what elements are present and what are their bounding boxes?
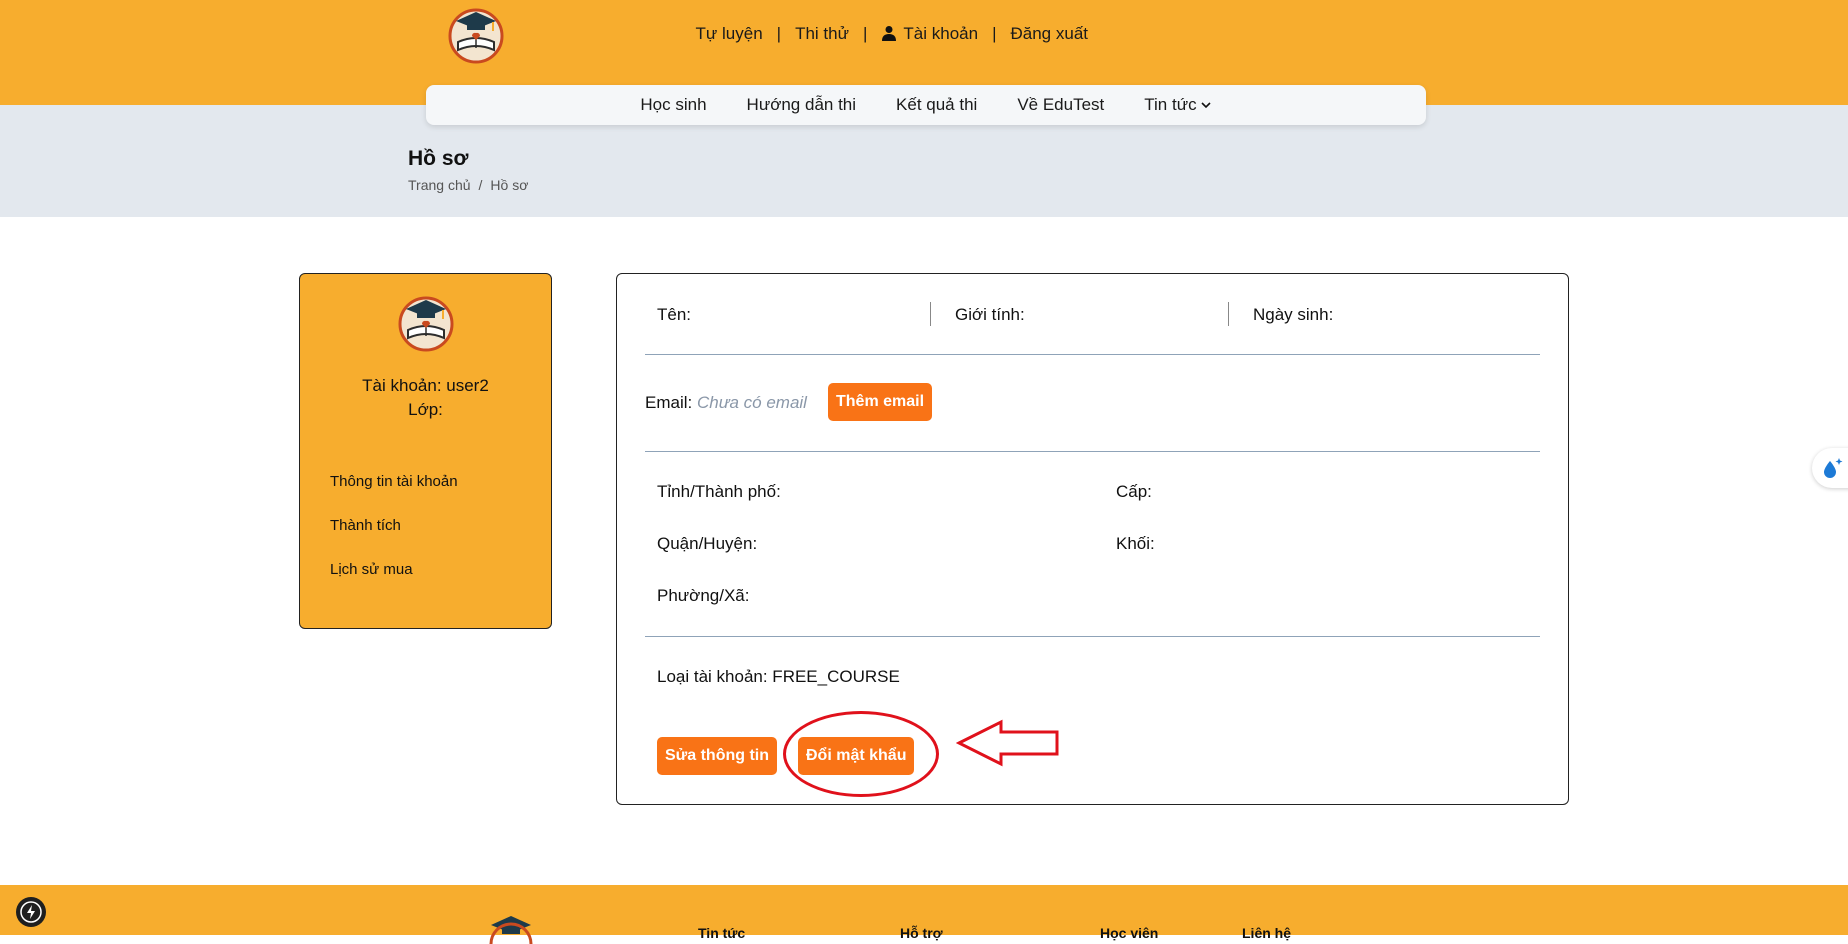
breadcrumb: Trang chủ / Hồ sơ (408, 177, 528, 193)
floating-helper-widget[interactable] (1812, 448, 1848, 488)
footer-col-support[interactable]: Hỗ trợ (900, 925, 943, 941)
grade-label: Khối: (1116, 534, 1155, 553)
edit-info-button[interactable]: Sửa thông tin (657, 737, 778, 775)
add-email-button[interactable]: Thêm email (828, 383, 933, 421)
section-divider (645, 354, 1540, 355)
sidebar-item-purchase-history[interactable]: Lịch sử mua (330, 561, 413, 578)
section-divider (645, 636, 1540, 637)
account-link[interactable]: Tài khoản (881, 24, 978, 44)
left-arrow-icon (956, 719, 1059, 767)
nav-exam-guide[interactable]: Hướng dẫn thi (747, 95, 856, 115)
profile-details-card: Tên: Giới tính: Ngày sinh: Email: Chưa c… (616, 273, 1569, 805)
breadcrumb-current: Hồ sơ (490, 177, 529, 193)
breadcrumb-home[interactable]: Trang chủ (408, 177, 471, 193)
mock-exam-link[interactable]: Thi thử (795, 24, 849, 44)
nav-news[interactable]: Tin tức (1144, 95, 1211, 115)
account-type: Loại tài khoản: FREE_COURSE (657, 667, 900, 686)
chevron-down-icon (1201, 102, 1211, 109)
email-placeholder: Chưa có email (696, 393, 807, 412)
nav-news-label: Tin tức (1144, 95, 1197, 114)
main-nav: Học sinh Hướng dẫn thi Kết quả thi Về Ed… (426, 85, 1426, 125)
page-title: Hồ sơ (408, 147, 469, 170)
name-label: Tên: (657, 305, 692, 324)
profile-sidebar: Tài khoản: user2 Lớp: Thông tin tài khoả… (299, 273, 552, 629)
ward-label: Phường/Xã: (657, 586, 750, 605)
dob-label: Ngày sinh: (1253, 305, 1334, 324)
footer-col-students[interactable]: Học viên (1100, 925, 1158, 941)
province-label: Tỉnh/Thành phố: (657, 482, 781, 501)
nav-students[interactable]: Học sinh (640, 95, 706, 115)
separator: | (776, 24, 782, 43)
dev-tools-button[interactable] (16, 897, 46, 927)
district-label: Quận/Huyện: (657, 534, 758, 553)
top-links: Tự luyện | Thi thử | Tài khoản | Đăng xu… (696, 24, 1088, 44)
separator: | (862, 24, 868, 43)
avatar (398, 296, 454, 352)
edutest-logo[interactable] (446, 4, 506, 64)
lightning-icon (20, 901, 42, 923)
nav-exam-results[interactable]: Kết quả thi (896, 95, 977, 115)
sidebar-item-account-info[interactable]: Thông tin tài khoản (330, 473, 458, 490)
self-practice-link[interactable]: Tự luyện (696, 24, 763, 44)
droplet-sparkle-icon (1824, 458, 1843, 478)
account-class: Lớp: (408, 400, 443, 419)
section-divider (645, 451, 1540, 452)
footer-col-news[interactable]: Tin tức (698, 925, 745, 941)
account-link-label: Tài khoản (903, 24, 979, 43)
logout-link[interactable]: Đăng xuất (1011, 24, 1089, 44)
divider (1228, 302, 1229, 326)
footer-col-contact[interactable]: Liên hệ (1242, 925, 1291, 941)
nav-about[interactable]: Về EduTest (1017, 95, 1104, 115)
gender-label: Giới tính: (955, 305, 1025, 324)
divider (930, 302, 931, 326)
account-username: Tài khoản: user2 (362, 376, 489, 395)
breadcrumb-separator: / (478, 177, 483, 193)
email-row: Email: Chưa có email (645, 393, 807, 413)
level-label: Cấp: (1116, 482, 1152, 501)
footer-logo (489, 916, 533, 944)
sidebar-item-achievements[interactable]: Thành tích (330, 517, 401, 534)
email-label: Email: (645, 393, 693, 412)
user-icon (882, 26, 897, 41)
highlight-ellipse (783, 711, 939, 797)
separator: | (992, 24, 997, 43)
